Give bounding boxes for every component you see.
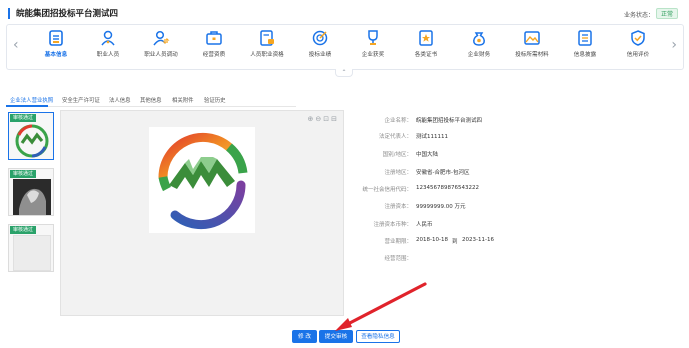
approved-badge: 审核通过 <box>10 114 37 122</box>
info-capital: 注册资本： 99999999.00 万元 <box>340 202 520 212</box>
nav-item-qualification[interactable]: 经营资质 <box>186 29 242 65</box>
photo-thumbnail <box>13 179 51 215</box>
nav-item-finance[interactable]: 企业财务 <box>451 29 507 65</box>
blank-thumbnail <box>13 235 51 271</box>
nav-item-disclosure[interactable]: 信息披露 <box>557 29 613 65</box>
active-tab-indicator <box>6 105 48 107</box>
tab-safety-license[interactable]: 安全生产许可证 <box>62 96 100 104</box>
nav-item-label: 投标业绩 <box>308 52 332 58</box>
credit-code-value: 123456789876543222 <box>416 185 479 191</box>
nav-item-label: 企业财务 <box>467 52 491 58</box>
registered-area-label: 注册地区： <box>384 170 412 176</box>
submit-review-button[interactable]: 提交审核 <box>319 330 353 343</box>
nav-item-personnel-qualification[interactable]: 人员职业资格 <box>239 29 295 65</box>
person-transfer-icon <box>153 30 170 46</box>
nav-item-personnel-transfer[interactable]: 职业人员调动 <box>133 29 189 65</box>
nav-item-awards[interactable]: 企业获奖 <box>345 29 401 65</box>
legal-rep-value: 测试111111 <box>416 134 448 140</box>
rotate-icon[interactable]: ⊟ <box>331 115 339 123</box>
currency-label: 注册资本币种： <box>373 222 412 228</box>
info-currency: 注册资本币种： 人民币 <box>340 220 520 230</box>
info-business-scope: 经营范围： <box>340 254 520 264</box>
company-name-value: 皖能集团招投标平台测试四 <box>416 118 483 124</box>
nav-item-personnel[interactable]: 职业人员 <box>80 29 136 65</box>
certificate-lock-icon <box>260 30 274 46</box>
company-logo-thumbnail <box>15 124 49 158</box>
info-region: 国别/地区： 中国大陆 <box>340 150 520 160</box>
nav-item-label: 信用评价 <box>626 52 650 58</box>
nav-item-label: 人员职业资格 <box>250 52 284 58</box>
tab-attachments[interactable]: 相关附件 <box>172 96 194 104</box>
company-name-label: 企业名称： <box>384 118 412 124</box>
company-logo-image <box>158 132 248 230</box>
chevron-left-icon[interactable]: ‹ <box>13 38 19 52</box>
title-accent-bar <box>8 8 10 19</box>
list-icon <box>578 30 592 46</box>
currency-value: 人民币 <box>416 222 433 228</box>
chevron-right-icon[interactable]: › <box>671 38 677 52</box>
tab-verification-history[interactable]: 验证历史 <box>204 96 226 104</box>
term-separator: 到 <box>452 239 458 245</box>
nav-item-credit-rating[interactable]: 信用评价 <box>610 29 666 65</box>
money-bag-icon <box>473 32 485 46</box>
business-term-label: 营业期限： <box>384 239 412 245</box>
nav-item-bid-performance[interactable]: 投标业绩 <box>292 29 348 65</box>
document-star-icon <box>419 30 433 46</box>
info-credit-code: 统一社会信用代码： 123456789876543222 <box>340 185 520 195</box>
info-legal-rep: 法定代表人： 测试111111 <box>340 132 520 142</box>
image-file-icon <box>524 31 540 45</box>
module-nav: ‹ 基本信息 职业人员 职业人员调动 经营资质 人员职业资格 投标业绩 企业获奖… <box>6 24 684 70</box>
business-scope-label: 经营范围： <box>384 256 412 262</box>
region-label: 国别/地区： <box>382 152 412 158</box>
page-header: 皖能集团招投标平台测试四 业务状态： 正常 <box>0 0 689 22</box>
nav-item-label: 信息披露 <box>573 52 597 58</box>
status-badge: 正常 <box>656 8 679 19</box>
credit-code-label: 统一社会信用代码： <box>362 187 412 193</box>
nav-item-label: 基本信息 <box>44 52 68 58</box>
thumbnail-1[interactable]: 审核通过 <box>8 112 54 160</box>
nav-item-basic-info[interactable]: 基本信息 <box>28 29 84 65</box>
registered-area-value: 安徽省-合肥市-包河区 <box>416 170 470 176</box>
target-icon <box>312 30 328 46</box>
shield-check-icon <box>631 30 645 46</box>
nav-item-bid-materials[interactable]: 投标所需材料 <box>504 29 560 65</box>
info-company-name: 企业名称： 皖能集团招投标平台测试四 <box>340 116 520 126</box>
tab-legal-person[interactable]: 法人信息 <box>109 96 131 104</box>
nav-item-label: 职业人员 <box>96 52 120 58</box>
term-end-value: 2023-11-16 <box>462 237 494 243</box>
view-private-info-button[interactable]: 查看隐私信息 <box>356 330 400 343</box>
chevron-up-icon[interactable]: ⌃ <box>335 69 353 77</box>
legal-rep-label: 法定代表人： <box>378 134 412 140</box>
term-start-value: 2018-10-18 <box>416 237 448 243</box>
nav-item-label: 经营资质 <box>202 52 226 58</box>
tab-other-info[interactable]: 其他信息 <box>140 96 162 104</box>
image-viewer: ⊕⊖⊡⊟ <box>60 110 344 316</box>
approved-badge: 审核通过 <box>10 226 37 234</box>
thumbnail-2[interactable]: 审核通过 <box>8 168 54 216</box>
preview-image <box>149 127 255 233</box>
capital-label: 注册资本： <box>384 204 412 210</box>
info-business-term: 营业期限： 2018-10-18 到 2023-11-16 <box>340 237 520 247</box>
nav-item-label: 投标所需材料 <box>515 52 549 58</box>
page-title: 皖能集团招投标平台测试四 <box>16 9 119 19</box>
info-registered-area: 注册地区： 安徽省-合肥市-包河区 <box>340 168 520 178</box>
approved-badge: 审核通过 <box>10 170 37 178</box>
viewer-toolbar: ⊕⊖⊡⊟ <box>308 115 340 123</box>
person-icon <box>101 30 115 46</box>
document-tabs: 企业法人营业执照 安全生产许可证 法人信息 其他信息 相关附件 验证历史 <box>6 95 296 107</box>
nav-item-certificates[interactable]: 各类证书 <box>398 29 454 65</box>
tab-business-license[interactable]: 企业法人营业执照 <box>10 96 53 104</box>
briefcase-icon <box>206 31 222 45</box>
nav-item-label: 各类证书 <box>414 52 438 58</box>
nav-item-label: 企业获奖 <box>361 52 385 58</box>
edit-button[interactable]: 修 改 <box>292 330 317 343</box>
basic-info-icon <box>49 30 63 46</box>
nav-item-label: 职业人员调动 <box>144 52 178 58</box>
trophy-icon <box>368 30 378 45</box>
thumbnail-3[interactable]: 审核通过 <box>8 224 54 272</box>
fit-icon[interactable]: ⊡ <box>323 115 331 123</box>
region-value: 中国大陆 <box>416 152 439 158</box>
business-status-label: 业务状态： <box>624 12 655 19</box>
capital-value: 99999999.00 万元 <box>416 204 466 210</box>
